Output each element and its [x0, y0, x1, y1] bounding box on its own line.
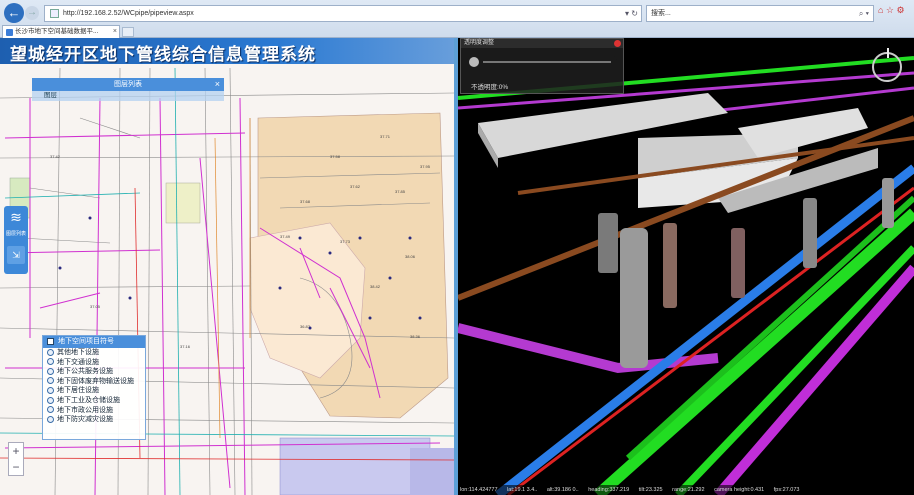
svg-text:37.49: 37.49	[280, 234, 291, 239]
layer-item-icon	[47, 415, 54, 423]
layer-item[interactable]: 地下市政公用设施	[43, 406, 145, 416]
close-icon[interactable]	[614, 40, 621, 47]
opacity-panel-header: 透明度调整	[461, 39, 623, 48]
opacity-slider[interactable]	[467, 55, 617, 69]
map-2d-panel[interactable]: 37.68 37.62 37.85 37.49 37.73 38.06 38.42 38.…	[0, 38, 454, 495]
zoom-control: + −	[8, 442, 24, 476]
checkbox-icon[interactable]	[47, 337, 54, 345]
svg-text:37.42: 37.42	[50, 154, 61, 159]
svg-text:38.36: 38.36	[410, 334, 421, 339]
layer-item-icon	[47, 377, 54, 385]
browser-toolbar-icons[interactable]: ⌂ ☆ ⚙	[878, 5, 905, 16]
camera-status-bar: lon:114.424777 lat:19.1 3.4.. alt:39.186…	[458, 485, 914, 495]
status-lat: lat:19.1 3.4..	[507, 487, 538, 493]
app-title: 望城经开区地下管线综合信息管理系统	[10, 45, 316, 64]
status-fps: fps:27.073	[773, 487, 800, 493]
layer-panel-header[interactable]: 地下空间项目符号	[43, 336, 145, 348]
address-text: http://192.168.2.52/WCpipe/pipeview.aspx	[63, 10, 194, 17]
svg-text:37.62: 37.62	[350, 184, 361, 189]
svg-text:37.05: 37.05	[90, 304, 101, 309]
play-icon[interactable]	[469, 57, 479, 67]
underground-layer-panel: 地下空间项目符号 其他地下设施 地下交通设施 地下公共服务设施 地下固体废弃物输…	[42, 335, 146, 440]
svg-text:37.95: 37.95	[420, 164, 431, 169]
layer-item[interactable]: 地下防灾减灾设施	[43, 415, 145, 425]
status-tilt: tilt:23.325	[638, 487, 663, 493]
svg-text:37.73: 37.73	[340, 239, 351, 244]
search-icon[interactable]: ⌕ ▾	[859, 6, 869, 21]
viewer-3d-panel[interactable]: 透明度调整 不透明度:0% lon:114.424777 lat:19.1 3.…	[458, 38, 914, 495]
status-range: range:21.292	[672, 487, 705, 493]
svg-text:37.68: 37.68	[300, 199, 311, 204]
layers-icon[interactable]: ≋	[7, 209, 25, 225]
layer-item-icon	[47, 406, 54, 414]
layers-label: 图层列表	[5, 231, 26, 237]
layer-item-label: 地下市政公用设施	[57, 406, 113, 414]
browser-search-box[interactable]: 搜索... ⌕ ▾	[646, 5, 874, 22]
svg-text:37.58: 37.58	[330, 154, 341, 159]
forward-button[interactable]: →	[25, 6, 39, 20]
tab-favicon	[6, 29, 13, 36]
opacity-panel: 透明度调整 不透明度:0%	[460, 38, 624, 94]
status-lon: lon:114.424777	[460, 487, 498, 493]
layer-panel-title: 地下空间项目符号	[57, 338, 114, 345]
layer-item-label: 地下交通设施	[57, 358, 99, 366]
status-alt: alt:39.186 0..	[546, 487, 579, 493]
back-button[interactable]: ←	[4, 3, 24, 23]
layer-item-icon	[47, 396, 54, 404]
layer-item-label: 地下防灾减灾设施	[57, 416, 113, 424]
layer-list-subtitle: 图层	[44, 92, 57, 99]
close-icon[interactable]: ×	[215, 78, 220, 91]
layer-item-label: 其他地下设施	[57, 349, 99, 356]
layer-item[interactable]: 地下交通设施	[43, 358, 145, 368]
status-camera-height: camera height:0.431	[714, 487, 765, 493]
svg-text:36.87: 36.87	[300, 324, 311, 329]
layer-list-subheader[interactable]: 图层	[32, 91, 224, 101]
tab-close-icon[interactable]: ×	[113, 26, 117, 38]
layer-item-label: 地下工业及仓储设施	[57, 396, 120, 404]
address-bar[interactable]: http://192.168.2.52/WCpipe/pipeview.aspx…	[44, 5, 642, 22]
layer-item-icon	[47, 387, 54, 395]
tool-icon[interactable]: ⇲	[7, 246, 25, 264]
svg-text:38.06: 38.06	[405, 254, 416, 259]
layer-item-label: 地下居住设施	[57, 387, 99, 395]
layer-item-icon	[47, 358, 54, 366]
app-title-bar: 望城经开区地下管线综合信息管理系统	[0, 38, 454, 64]
layer-list-title: 图层列表	[114, 81, 142, 88]
svg-text:38.42: 38.42	[370, 284, 381, 289]
browser-chrome: ← → http://192.168.2.52/WCpipe/pipeview.…	[0, 0, 914, 38]
compass-icon[interactable]	[872, 48, 902, 82]
svg-text:37.16: 37.16	[180, 344, 191, 349]
layer-item-icon	[47, 367, 54, 375]
layer-item[interactable]: 其他地下设施	[43, 348, 145, 358]
layer-item-icon	[47, 348, 54, 356]
layer-item[interactable]: 地下公共服务设施	[43, 367, 145, 377]
zoom-out-button[interactable]: −	[9, 459, 23, 475]
new-tab-button[interactable]	[122, 27, 134, 37]
tab-title: 长沙市地下空间基础数据平...	[15, 28, 99, 35]
layer-item[interactable]: 地下固体废弃物输送设施	[43, 377, 145, 387]
layer-item-label: 地下公共服务设施	[57, 368, 113, 376]
svg-text:37.85: 37.85	[395, 189, 406, 194]
browser-tab[interactable]: 长沙市地下空间基础数据平... ×	[2, 25, 120, 38]
opacity-panel-title: 透明度调整	[464, 40, 495, 46]
search-text: 搜索...	[651, 10, 671, 17]
opacity-label: 不透明度:0%	[471, 84, 509, 91]
status-heading: heading:337.219	[588, 487, 630, 493]
side-toolbar[interactable]: ≋ 图层列表 ⇲	[4, 206, 28, 274]
layer-item-label: 地下固体废弃物输送设施	[57, 377, 134, 385]
3d-pipe-scene[interactable]	[458, 38, 914, 495]
page-icon	[50, 9, 59, 18]
refresh-icon[interactable]: ▾ ↻	[625, 6, 638, 21]
slider-track[interactable]	[483, 61, 611, 63]
layer-item[interactable]: 地下居住设施	[43, 386, 145, 396]
svg-text:37.71: 37.71	[380, 134, 391, 139]
zoom-in-button[interactable]: +	[9, 443, 23, 459]
layer-item[interactable]: 地下工业及仓储设施	[43, 396, 145, 406]
layer-list-header[interactable]: 图层列表 ×	[32, 78, 224, 91]
